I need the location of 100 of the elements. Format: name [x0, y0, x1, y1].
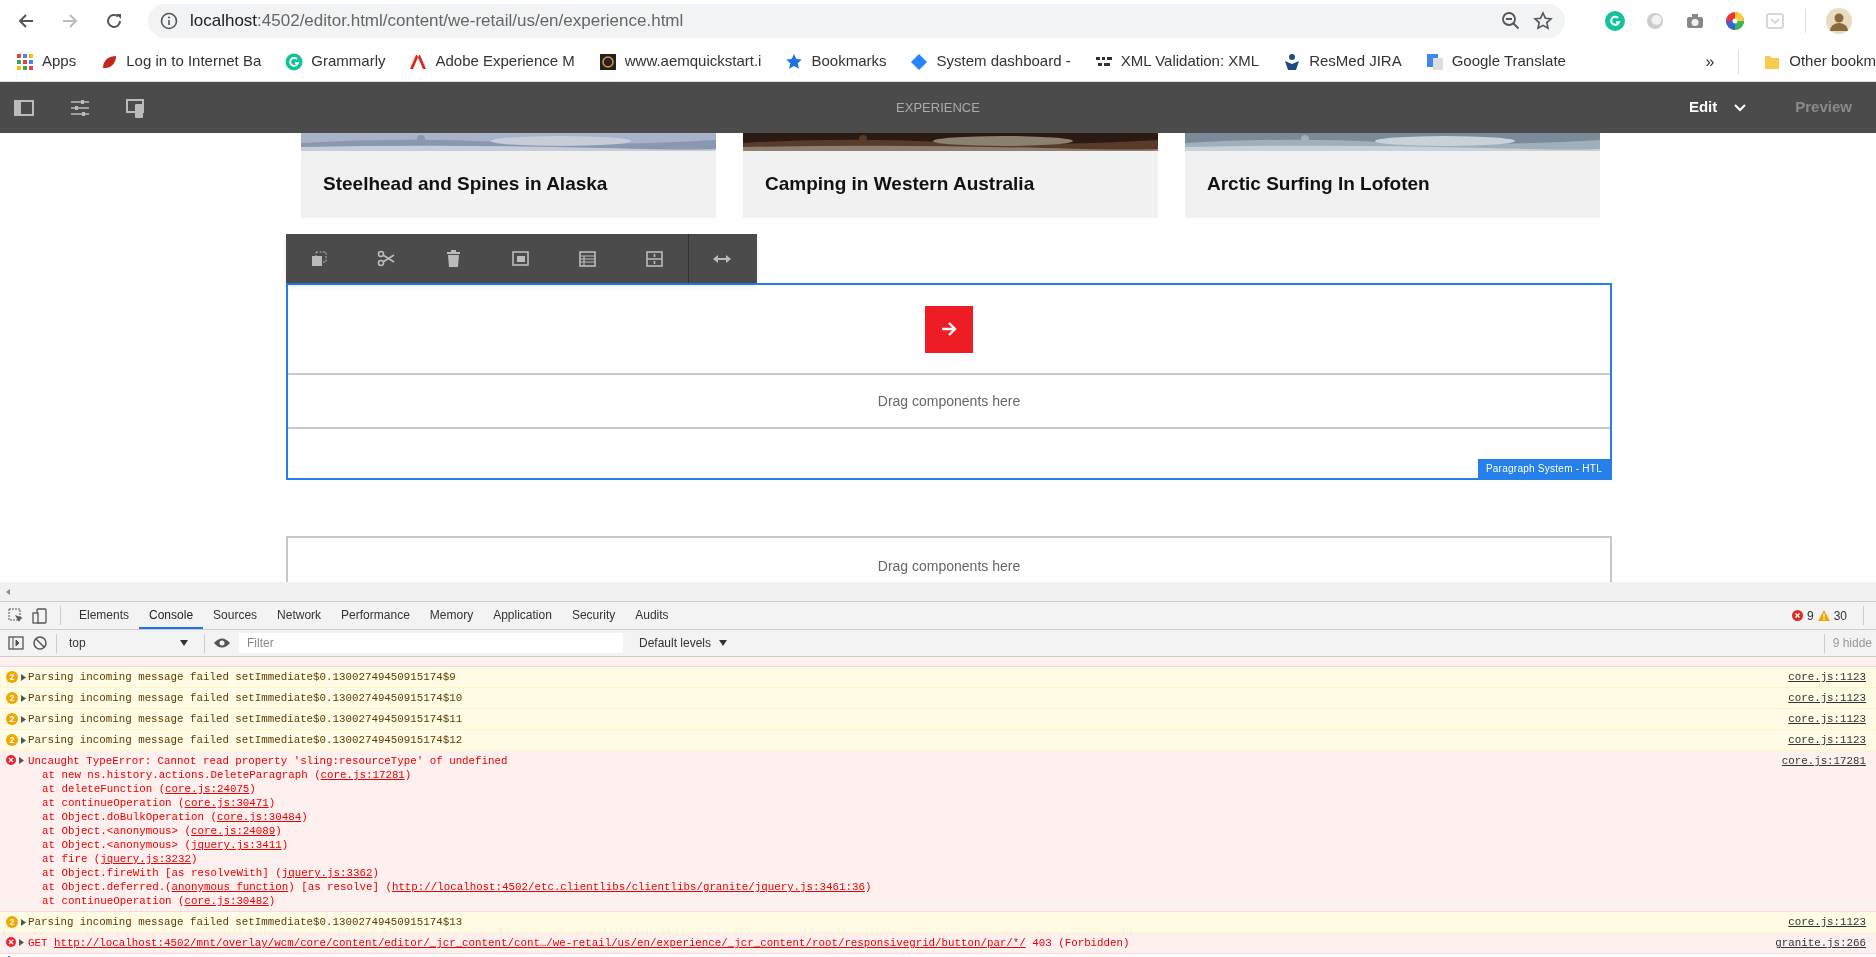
source-link[interactable]: core.js:30471	[184, 797, 269, 809]
error-count: 9	[1806, 607, 1814, 625]
bookmark-item[interactable]: System dashboard -	[910, 50, 1071, 73]
expand-arrow-icon[interactable]	[21, 715, 26, 723]
source-link[interactable]: core.js:30484	[216, 811, 302, 823]
stack-trace-line: at Object.<anonymous> (core.js:24089)	[41, 824, 283, 838]
levels-dropdown[interactable]: Default levels	[631, 634, 728, 652]
source-link[interactable]: core.js:1123	[1788, 712, 1866, 726]
devtools-tab[interactable]: Application	[483, 602, 562, 629]
info-icon	[160, 12, 178, 30]
next-button[interactable]	[925, 305, 973, 353]
context-select[interactable]: top	[56, 633, 196, 653]
other-bookmarks[interactable]: Other bookm	[1763, 50, 1876, 73]
drop-zone-text: Drag components here	[877, 556, 1021, 576]
repeat-count: 2	[6, 734, 18, 746]
card[interactable]: Steelhead and Spines in Alaska	[301, 133, 716, 218]
filter-field[interactable]: Filter	[239, 633, 623, 653]
source-link[interactable]: core.js:17281	[320, 769, 405, 781]
stack-trace-line: at continueOperation (core.js:30482)	[41, 894, 277, 908]
devtools-tab[interactable]: Elements	[69, 602, 140, 629]
devtools-tab[interactable]: Performance	[331, 602, 420, 629]
devtools-tab[interactable]: Security	[561, 602, 626, 629]
device-toggle-icon[interactable]	[32, 607, 48, 624]
warning-count: 30	[1833, 607, 1847, 625]
zoom-out-icon[interactable]	[1501, 11, 1521, 31]
card[interactable]: Camping in Western Australia	[743, 133, 1158, 218]
color-wheel-icon[interactable]	[1725, 11, 1745, 31]
source-link[interactable]: core.js:24089	[191, 825, 276, 837]
source-link[interactable]: granite.js:266	[1775, 936, 1866, 950]
overflow-button[interactable]: »	[1705, 49, 1715, 74]
stack-trace-line: at continueOperation (core.js:30471)	[41, 796, 277, 810]
inspect-icon[interactable]	[8, 607, 24, 624]
repeat-count: 2	[6, 692, 18, 704]
repeat-count: 2	[6, 671, 18, 683]
source-link[interactable]: core.js:17281	[1781, 754, 1866, 768]
source-link[interactable]: core.js:1123	[1788, 733, 1866, 747]
bookmark-item[interactable]: www.aemquickstart.i	[598, 50, 762, 73]
address-bar[interactable]: localhost:4502/editor.html/content/we-retail/us/en/experience.html	[148, 4, 1565, 38]
expand-arrow-icon[interactable]	[19, 756, 24, 764]
url-text: localhost:4502/editor.html/content/we-retail/us/en/experience.html	[190, 10, 685, 33]
star-icon	[785, 52, 804, 71]
source-link[interactable]: core.js:1123	[1788, 691, 1866, 705]
bookmark-item[interactable]: Bookmarks	[785, 50, 887, 73]
warning-icon	[1817, 610, 1830, 621]
scroll-left-icon[interactable]	[4, 587, 12, 596]
bookmark-icon	[16, 52, 34, 71]
expand-arrow-icon[interactable]	[21, 736, 26, 744]
camera-icon[interactable]	[1685, 11, 1705, 31]
expand-arrow-icon[interactable]	[19, 938, 24, 946]
bookmark-item[interactable]: Apps	[16, 50, 77, 73]
expand-arrow-icon[interactable]	[21, 918, 26, 926]
bookmark-icon	[1283, 52, 1302, 71]
devtools-tab[interactable]: Sources	[203, 602, 268, 629]
drop-zone-text: Drag components here	[877, 391, 1021, 411]
source-link[interactable]: core.js:30482	[184, 895, 269, 907]
source-link[interactable]: http://localhost:4502/etc.clientlibs/clientlibs/granite/jquery.js:3461:36	[391, 881, 865, 893]
source-link[interactable]: jquery.js:3232	[100, 853, 192, 865]
source-link[interactable]: anonymous function	[171, 881, 289, 893]
reload-icon[interactable]	[104, 11, 124, 31]
bookmark-icon	[910, 52, 929, 71]
source-link[interactable]: jquery.js:3362	[281, 867, 373, 879]
expand-arrow-icon[interactable]	[21, 673, 26, 681]
avatar-icon[interactable]	[1826, 8, 1852, 34]
bookmark-icon	[409, 52, 428, 71]
component-label: Paragraph System - HTL	[1477, 459, 1610, 478]
clear-console-icon[interactable]	[32, 635, 48, 651]
console-message: Uncaught TypeError: Cannot read property 'sling:resourceType' of undefined	[28, 754, 509, 768]
devtools-tab[interactable]: Audits	[625, 602, 679, 629]
stack-trace-line: at Object.doBulkOperation (core.js:30484)	[41, 810, 309, 824]
bookmark-item[interactable]: Log in to Internet Ba	[100, 50, 262, 73]
card-title: Steelhead and Spines in Alaska	[323, 172, 608, 197]
bookmark-item[interactable]: XML Validation: XML	[1094, 50, 1260, 73]
source-link[interactable]: jquery.js:3411	[191, 839, 282, 851]
sidebar-toggle-icon[interactable]	[8, 635, 24, 651]
console-message: GET http://localhost:4502/mnt/overlay/wcm/core/content/editor/_jcr_content/cont…/we-retail/us/en/experience/_jcr_content/root/responsivegrid/button/par/*/ 403 (Forbidden)	[28, 936, 1131, 950]
console-message: Parsing incoming message failed setImmediate$0.13002749450915174$11	[28, 712, 464, 726]
bookmark-icon	[285, 52, 304, 71]
source-link[interactable]: core.js:1123	[1788, 915, 1866, 929]
bookmark-item[interactable]: Grammarly	[285, 50, 386, 73]
star-icon[interactable]	[1533, 11, 1553, 31]
repeat-count: 2	[6, 713, 18, 725]
expand-arrow-icon[interactable]	[21, 694, 26, 702]
source-link[interactable]: core.js:24075	[165, 783, 250, 795]
source-link[interactable]: core.js:1123	[1788, 670, 1866, 684]
request-url-link[interactable]: http://localhost:4502/mnt/overlay/wcm/core/content/editor/_jcr_content/cont…/we-retail/us/en/experience/_jcr_content/root/responsivegrid/button/par/*/	[53, 937, 1026, 949]
devtools-tab[interactable]: Network	[267, 602, 332, 629]
devtools-tab[interactable]: Memory	[419, 602, 484, 629]
bookmark-item[interactable]: ResMed JIRA	[1283, 50, 1402, 73]
stack-trace-line: at Object.fireWith [as resolveWith] (jquery.js:3362)	[41, 866, 380, 880]
stack-trace-line: at Object.deferred.(anonymous function) [as resolve] (http://localhost:4502/etc.clientlibs/clientlibs/granite/jquery.js:3461:36)	[41, 880, 873, 894]
mode-dropdown[interactable]: Edit	[1688, 96, 1748, 119]
page-title: EXPERIENCE	[896, 98, 980, 117]
console-message: Parsing incoming message failed setImmediate$0.13002749450915174$10	[28, 691, 464, 705]
bookmark-item[interactable]: Adobe Experience M	[409, 50, 575, 73]
stack-trace-line: at Object.<anonymous> (jquery.js:3411)	[41, 838, 290, 852]
card[interactable]: Arctic Surfing In Lofoten	[1185, 133, 1600, 218]
drop-zone[interactable]: Drag components here	[288, 375, 1610, 429]
eye-icon[interactable]	[213, 637, 231, 649]
console-message: Parsing incoming message failed setImmediate$0.13002749450915174$9	[28, 670, 457, 684]
bookmark-item[interactable]: Google Translate	[1425, 50, 1566, 73]
